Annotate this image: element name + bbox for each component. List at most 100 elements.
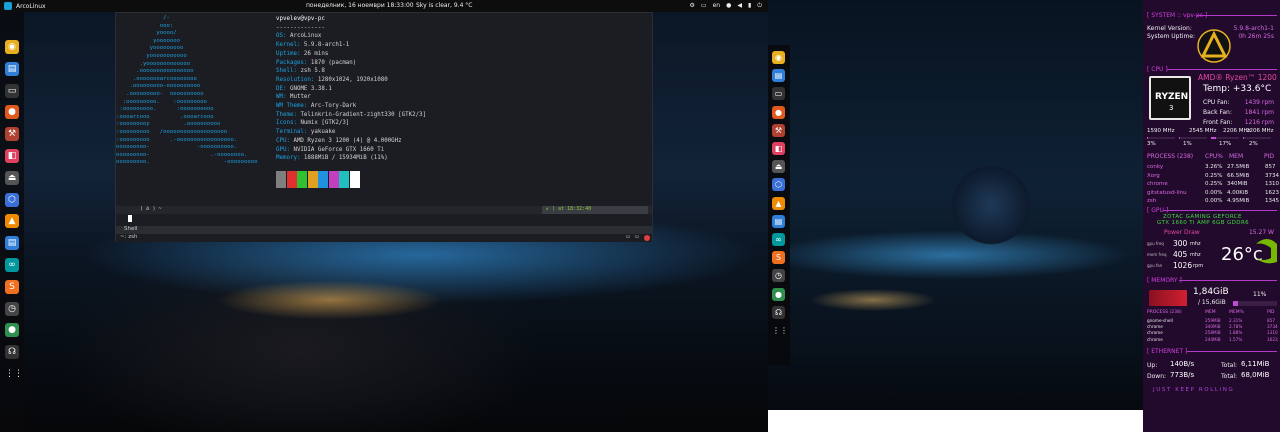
toggle-glyph: ◧ (774, 144, 783, 153)
info-row: Terminal: yakuake (276, 128, 426, 137)
terminal-icon[interactable]: ▭ (5, 83, 19, 98)
battery-icon[interactable]: ▮ (748, 2, 751, 10)
mem-proc-cell: chrome (1147, 330, 1163, 336)
cpu-core-load: 2% (1249, 141, 1258, 147)
cpu-core-freq: 1590 MHz (1147, 128, 1175, 134)
top-bar: ArcoLinux понеделник, 16 ноември 18:33:0… (0, 0, 768, 12)
arduino-icon[interactable]: ∞ (5, 258, 19, 272)
document-icon[interactable]: ▤ (5, 61, 19, 76)
writer-icon[interactable]: ▤ (5, 236, 19, 251)
toggle-icon[interactable]: ◧ (772, 142, 785, 155)
apps-grid-icon[interactable]: ⋮⋮ (772, 324, 788, 337)
proc-cell: 857 (1265, 164, 1276, 170)
hammer-icon[interactable]: ⚒ (5, 127, 19, 142)
info-value: 26 mins (303, 50, 329, 57)
close-terminal-icon[interactable] (644, 235, 650, 241)
ram-stick-icon (1149, 290, 1187, 306)
info-value: GNOME 3.38.1 (289, 85, 332, 92)
cpu-core-bar-fill (1211, 137, 1216, 139)
toggle-icon[interactable]: ◧ (5, 149, 19, 163)
info-value: AMD Ryzen 3 1200 (4) @ 4.000GHz (293, 137, 402, 144)
proc-header: PROCESS (238) (1147, 153, 1194, 160)
divider (1167, 69, 1277, 70)
mem-proc-cell: chrome (1147, 324, 1163, 330)
text-cursor[interactable] (128, 215, 132, 222)
divider (1197, 15, 1277, 16)
chrome-icon[interactable]: ◉ (772, 51, 785, 64)
cpu-temp: Temp: +33.6°C (1203, 84, 1272, 94)
split-icon[interactable]: ▫ (635, 234, 639, 240)
hammer-glyph: ⚒ (774, 125, 783, 135)
neofetch-info: vpvelev@vpv-pc -------------- OS: ArcoLi… (276, 15, 426, 163)
new-tab-icon[interactable]: ▫ (626, 234, 630, 240)
eject-glyph: ⏏ (7, 172, 17, 183)
info-key: Terminal: (276, 129, 311, 136)
settings-icon[interactable]: ⚙ (690, 2, 695, 10)
eject-icon[interactable]: ⏏ (5, 170, 19, 185)
power-icon[interactable]: ⏻ (757, 2, 762, 10)
clock-glyph: ◷ (8, 303, 16, 314)
cube-icon[interactable]: ⬡ (5, 192, 19, 207)
tab-shell[interactable]: Shell (124, 226, 137, 232)
clock[interactable]: понеделник, 16 ноември 18:33:00 (306, 2, 414, 9)
mem-proc-cell: chrome (1147, 336, 1163, 342)
eject-icon[interactable]: ⏏ (772, 160, 785, 174)
vlc-icon[interactable]: ▲ (5, 214, 19, 229)
writer-icon[interactable]: ▤ (772, 214, 785, 228)
hammer-icon[interactable]: ⚒ (772, 123, 785, 137)
firefox-icon[interactable]: ● (5, 105, 19, 120)
yakuake-terminal[interactable]: /- ooo: yoooo/ yooooooo yooooooooo yoooo… (115, 12, 653, 242)
info-row: CPU: AMD Ryzen 3 1200 (4) @ 4.000GHz (276, 137, 426, 146)
language-indicator[interactable]: en (713, 2, 721, 10)
volume-icon[interactable]: ◀ (737, 2, 742, 10)
info-key: Theme: (276, 111, 301, 118)
firefox-glyph: ● (8, 107, 16, 118)
terminal-tab-bar[interactable]: Shell (116, 226, 652, 234)
proc-cell: 3.26% (1205, 164, 1223, 170)
unused-area (768, 410, 1143, 432)
sublime-glyph: S (775, 253, 782, 263)
arduino-icon[interactable]: ∞ (772, 233, 785, 246)
front-fan-value: 1216 rpm (1244, 119, 1274, 126)
mem-proc-cell: 244MiB (1205, 336, 1221, 342)
back-fan-value: 1841 rpm (1244, 109, 1274, 116)
weather-indicator[interactable]: Sky is clear, 9.4 °C (416, 2, 472, 9)
clock-icon[interactable]: ◷ (5, 301, 19, 316)
vlc-icon[interactable]: ▲ (772, 196, 785, 210)
info-row: WM Theme: Arc-Tory-Dark (276, 102, 426, 111)
document-icon[interactable]: ▤ (772, 69, 785, 83)
activities-label[interactable]: ArcoLinux (16, 3, 46, 10)
screen-icon[interactable]: ▭ (701, 2, 707, 10)
apps-grid-icon[interactable]: ⋮⋮ (5, 367, 23, 381)
mic-icon[interactable]: ● (726, 2, 731, 10)
teamspeak-icon[interactable]: ☊ (5, 345, 19, 360)
total-up-value: 6,11MiB (1241, 360, 1270, 368)
teamspeak-icon[interactable]: ☊ (772, 305, 785, 319)
info-row: WM: Mutter (276, 93, 426, 102)
session-bar[interactable]: ~: zsh ▫ ▫ (116, 234, 652, 242)
system-tray[interactable]: ⚙ ▭ en ● ◀ ▮ ⏻ (690, 2, 763, 10)
desktop-right: ◉ ▤ ▭ ● ⚒ ◧ ⏏ ⬡ ▲ ▤ ∞ S ◷ ● ☊ ⋮⋮ (768, 0, 1143, 410)
total-down-label: Total: (1221, 373, 1238, 380)
mem-proc-cell: 857 (1267, 318, 1275, 323)
globe-icon[interactable]: ● (5, 323, 19, 338)
gpu-fan: 1026 (1173, 261, 1193, 270)
proc-header: CPU% (1205, 153, 1223, 160)
info-row: Kernel: 5.9.8-arch1-1 (276, 41, 426, 50)
sublime-icon[interactable]: S (772, 251, 785, 265)
info-value: 5.9.8-arch1-1 (303, 42, 350, 49)
chrome-icon[interactable]: ◉ (5, 40, 19, 54)
arcolinux-logo-icon[interactable] (4, 2, 12, 10)
proc-cell: 3734 (1265, 172, 1279, 179)
cpu-core-load: 1% (1183, 141, 1192, 147)
globe-icon[interactable]: ● (772, 287, 785, 301)
power-label: Power Draw (1164, 229, 1200, 236)
memory-header: [ MEMORY ] (1147, 277, 1182, 284)
cube-icon[interactable]: ⬡ (772, 178, 785, 192)
vlc-glyph: ▲ (8, 216, 16, 227)
terminal-icon[interactable]: ▭ (772, 87, 785, 101)
clock-icon[interactable]: ◷ (772, 269, 785, 283)
firefox-icon[interactable]: ● (772, 105, 785, 119)
sublime-icon[interactable]: S (5, 279, 19, 294)
chrome-glyph: ◉ (8, 42, 16, 52)
